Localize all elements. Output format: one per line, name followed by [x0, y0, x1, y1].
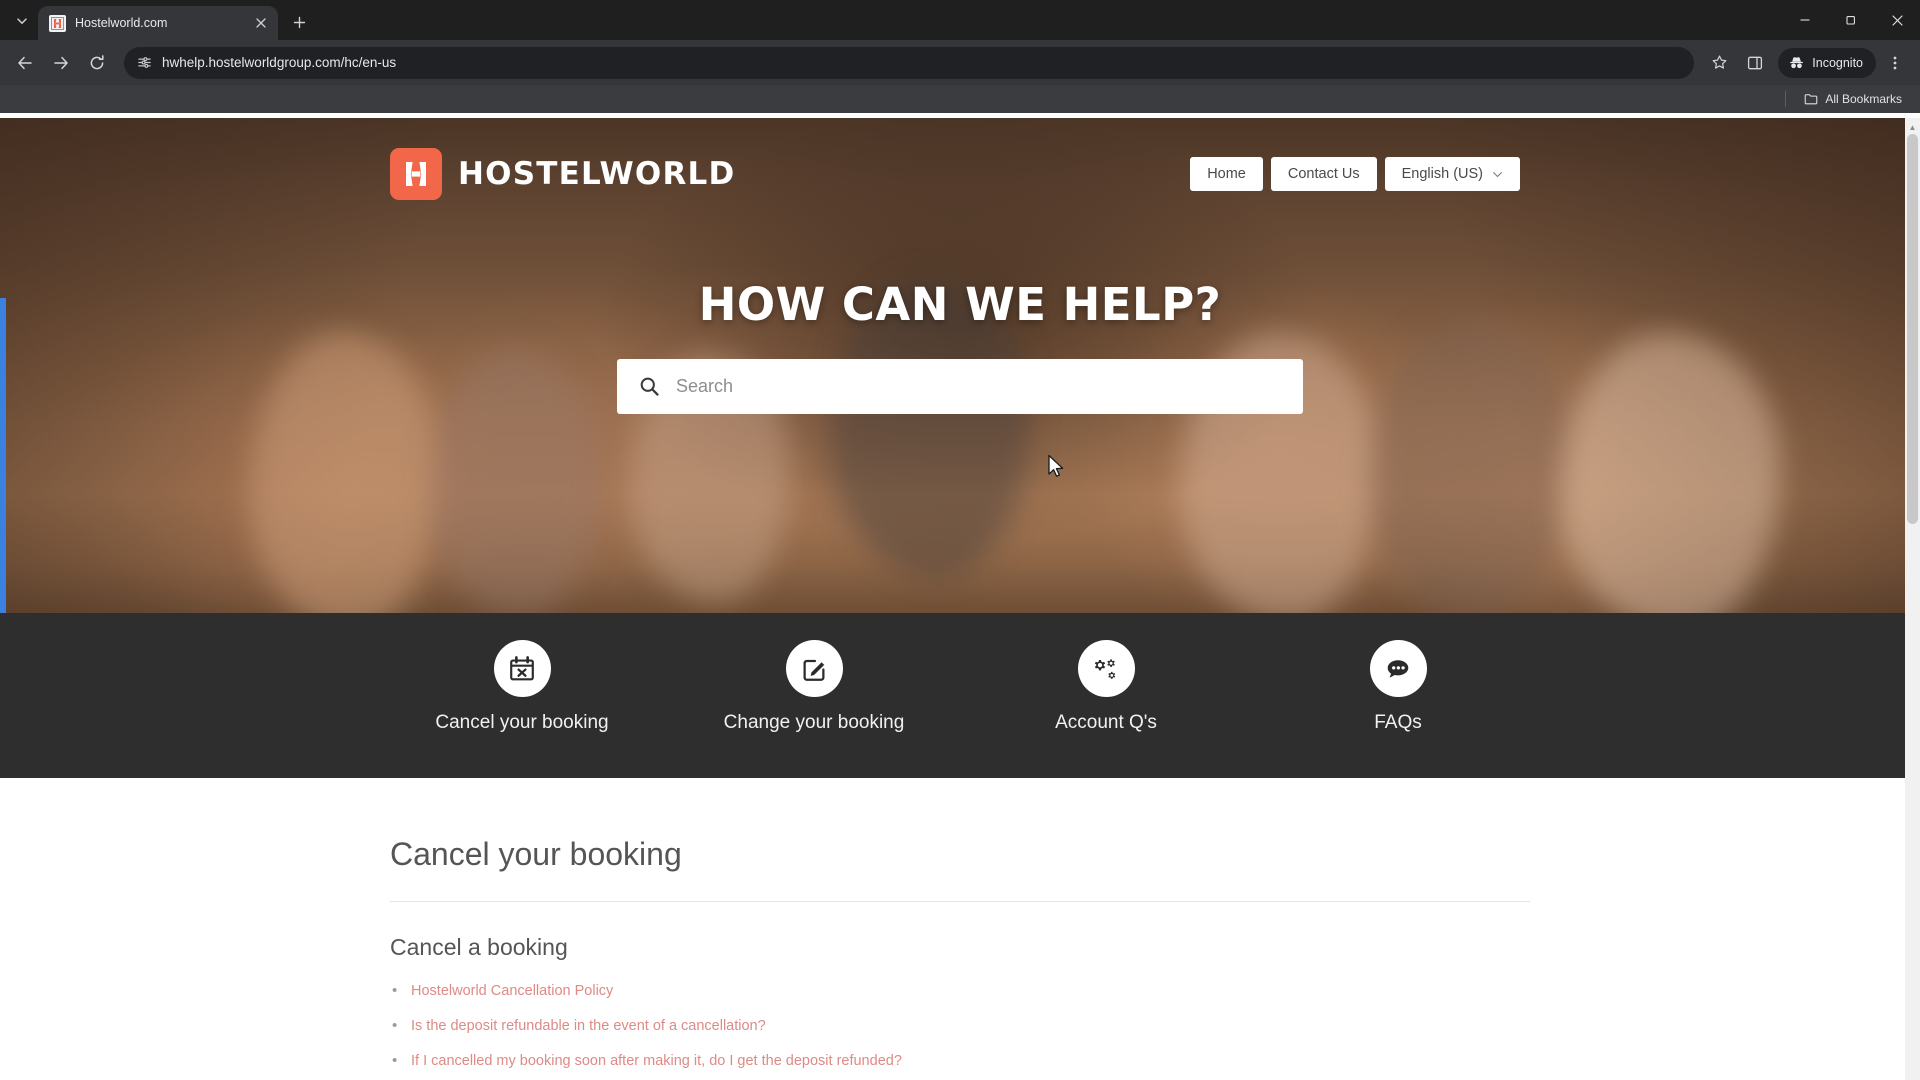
tab-title: Hostelworld.com — [75, 16, 168, 30]
article-page-title: Cancel your booking — [390, 836, 1530, 902]
new-tab-button[interactable] — [284, 7, 314, 37]
category-label: Change your booking — [723, 712, 905, 733]
close-icon — [1891, 14, 1903, 26]
reload-icon — [90, 54, 104, 69]
address-bar[interactable]: hwhelp.hostelworldgroup.com/hc/en-us — [124, 46, 1695, 79]
list-item: Is the deposit refundable in the event o… — [390, 1017, 1530, 1034]
close-window-button[interactable] — [1874, 0, 1920, 40]
browser-tab[interactable]: Hostelworld.com — [38, 6, 278, 40]
tab-close-icon[interactable] — [251, 14, 270, 33]
browser-toolbar: hwhelp.hostelworldgroup.com/hc/en-us Inc… — [0, 40, 1920, 85]
article-link-list: Hostelworld Cancellation Policy Is the d… — [390, 982, 1530, 1069]
site-logo-text: HOSTELWORLD — [458, 156, 736, 192]
reload-button[interactable] — [80, 46, 114, 80]
list-item: Hostelworld Cancellation Policy — [390, 982, 1530, 999]
article-link[interactable]: Is the deposit refundable in the event o… — [411, 1018, 766, 1034]
all-bookmarks-label: All Bookmarks — [1825, 92, 1902, 106]
nav-contact-us-label: Contact Us — [1287, 166, 1360, 182]
star-icon — [1712, 55, 1727, 69]
hostelworld-logo-icon — [390, 148, 442, 200]
category-label: Account Q's — [1055, 712, 1157, 733]
address-bar-url: hwhelp.hostelworldgroup.com/hc/en-us — [162, 55, 397, 70]
gears-icon — [1077, 640, 1135, 697]
three-dot-menu-icon — [1893, 56, 1897, 69]
tab-search-button[interactable] — [8, 7, 36, 35]
site-logo[interactable]: HOSTELWORLD — [390, 148, 735, 200]
scroll-up-arrow[interactable]: ▲ — [1905, 120, 1920, 134]
article-section-title: Cancel a booking — [390, 934, 568, 960]
incognito-label: Incognito — [1812, 55, 1863, 70]
folder-icon — [1805, 94, 1818, 105]
language-selector-button[interactable]: English (US) — [1384, 157, 1520, 191]
incognito-icon — [1790, 57, 1804, 69]
forward-arrow-icon — [54, 56, 68, 69]
nav-contact-us-button[interactable]: Contact Us — [1270, 157, 1377, 191]
page-heading: HOW CAN WE HELP? — [698, 278, 1222, 331]
hero-section: HOSTELWORLD Home Contact Us English (US) — [0, 118, 1920, 613]
back-button[interactable] — [8, 46, 42, 80]
article-link[interactable]: Hostelworld Cancellation Policy — [411, 983, 613, 999]
bookmark-star-button[interactable] — [1702, 46, 1736, 80]
toolbar-actions: Incognito — [1702, 46, 1912, 80]
back-arrow-icon — [18, 56, 32, 69]
category-cancel-your-booking[interactable]: Cancel your booking — [376, 640, 668, 734]
page-scrollbar[interactable]: ▲ — [1905, 118, 1920, 1080]
nav-home-label: Home — [1207, 166, 1246, 182]
search-icon — [640, 377, 659, 396]
forward-button[interactable] — [44, 46, 78, 80]
minimize-button[interactable] — [1782, 0, 1828, 40]
nav-home-button[interactable]: Home — [1190, 157, 1263, 191]
hostelworld-favicon — [49, 14, 66, 32]
plus-icon — [293, 16, 305, 28]
speech-bubble-icon — [1369, 640, 1427, 697]
browser-window: Hostelworld.com hwhelp.hostelworldgroup.… — [0, 0, 1920, 1080]
window-controls — [1782, 0, 1920, 40]
category-change-your-booking[interactable]: Change your booking — [668, 640, 960, 734]
search-input[interactable]: Search — [676, 376, 733, 397]
hero-content: HOSTELWORLD Home Contact Us English (US) — [0, 118, 1920, 414]
bookmarks-divider — [1785, 91, 1787, 107]
category-label: Cancel your booking — [435, 712, 609, 733]
article-container: Cancel your booking Cancel a booking Hos… — [390, 836, 1530, 1069]
focus-outline — [0, 298, 6, 613]
language-selector-label: English (US) — [1401, 166, 1483, 182]
chevron-down-icon — [1493, 171, 1502, 177]
tab-strip: Hostelworld.com — [0, 0, 1920, 40]
maximize-button[interactable] — [1828, 0, 1874, 40]
category-band: Cancel your booking Change your booking — [0, 613, 1920, 778]
header-nav: Home Contact Us English (US) — [1190, 157, 1520, 191]
search-box[interactable]: Search — [617, 359, 1303, 414]
list-item: If I cancelled my booking soon after mak… — [390, 1052, 1530, 1069]
category-account-qs[interactable]: Account Q's — [960, 640, 1252, 734]
article-link[interactable]: If I cancelled my booking soon after mak… — [411, 1053, 902, 1069]
browser-menu-button[interactable] — [1878, 46, 1912, 80]
edit-square-icon — [785, 640, 843, 697]
page-viewport: HOSTELWORLD Home Contact Us English (US) — [0, 118, 1920, 1080]
category-label: FAQs — [1374, 712, 1422, 733]
site-settings-icon[interactable] — [137, 55, 152, 70]
bookmarks-bar: All Bookmarks — [0, 85, 1920, 113]
calendar-cancel-icon — [493, 640, 551, 697]
side-panel-button[interactable] — [1738, 46, 1772, 80]
incognito-indicator[interactable]: Incognito — [1778, 47, 1876, 78]
site-header: HOSTELWORLD Home Contact Us English (US) — [0, 118, 1920, 200]
maximize-icon — [1846, 16, 1855, 25]
side-panel-icon — [1748, 56, 1763, 69]
category-faqs[interactable]: FAQs — [1252, 640, 1544, 734]
article-section: Cancel your booking Cancel a booking Hos… — [0, 778, 1920, 1069]
all-bookmarks-button[interactable]: All Bookmarks — [1798, 90, 1908, 108]
scrollbar-thumb[interactable] — [1907, 134, 1918, 524]
minimize-icon — [1800, 19, 1810, 21]
chevron-down-icon — [17, 18, 27, 25]
